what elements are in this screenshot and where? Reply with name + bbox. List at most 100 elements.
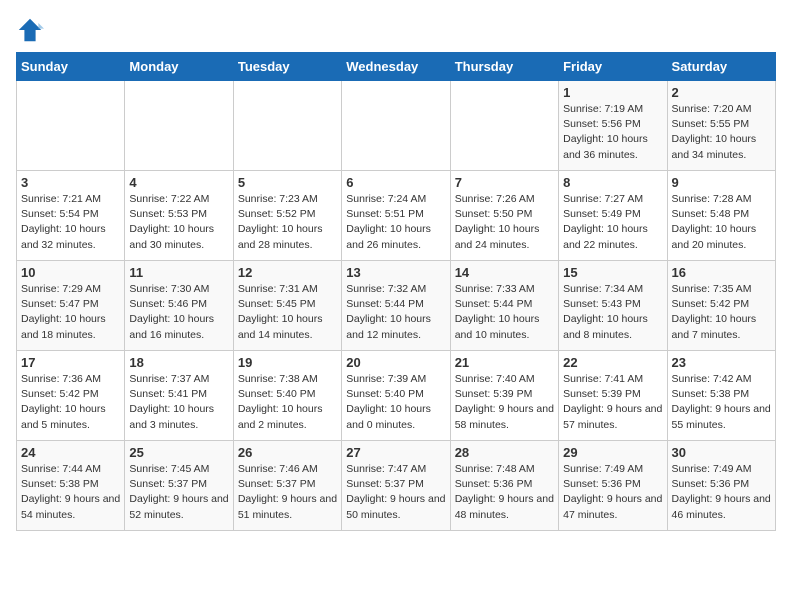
calendar-cell: 7 Sunrise: 7:26 AM Sunset: 5:50 PM Daylig… xyxy=(450,171,558,261)
logo xyxy=(16,16,48,44)
calendar-cell: 5 Sunrise: 7:23 AM Sunset: 5:52 PM Daylig… xyxy=(233,171,341,261)
day-number: 4 xyxy=(129,175,228,190)
day-number: 2 xyxy=(672,85,771,100)
calendar-week-row: 24 Sunrise: 7:44 AM Sunset: 5:38 PM Dayli… xyxy=(17,441,776,531)
day-info: Sunrise: 7:48 AM Sunset: 5:36 PM Dayligh… xyxy=(455,462,554,523)
day-info: Sunrise: 7:30 AM Sunset: 5:46 PM Dayligh… xyxy=(129,282,228,343)
day-info: Sunrise: 7:31 AM Sunset: 5:45 PM Dayligh… xyxy=(238,282,337,343)
day-number: 15 xyxy=(563,265,662,280)
day-info: Sunrise: 7:27 AM Sunset: 5:49 PM Dayligh… xyxy=(563,192,662,253)
day-info: Sunrise: 7:21 AM Sunset: 5:54 PM Dayligh… xyxy=(21,192,120,253)
day-number: 8 xyxy=(563,175,662,190)
day-number: 21 xyxy=(455,355,554,370)
day-number: 7 xyxy=(455,175,554,190)
calendar-cell: 13 Sunrise: 7:32 AM Sunset: 5:44 PM Dayli… xyxy=(342,261,450,351)
day-number: 11 xyxy=(129,265,228,280)
day-number: 26 xyxy=(238,445,337,460)
day-number: 3 xyxy=(21,175,120,190)
calendar-cell: 11 Sunrise: 7:30 AM Sunset: 5:46 PM Dayli… xyxy=(125,261,233,351)
calendar-week-row: 10 Sunrise: 7:29 AM Sunset: 5:47 PM Dayli… xyxy=(17,261,776,351)
day-number: 18 xyxy=(129,355,228,370)
calendar-cell: 3 Sunrise: 7:21 AM Sunset: 5:54 PM Daylig… xyxy=(17,171,125,261)
calendar-cell: 24 Sunrise: 7:44 AM Sunset: 5:38 PM Dayli… xyxy=(17,441,125,531)
day-of-week-header: Wednesday xyxy=(342,53,450,81)
calendar-cell: 23Sunrise: 7:42 AM Sunset: 5:38 PM Dayli… xyxy=(667,351,775,441)
calendar-cell: 25 Sunrise: 7:45 AM Sunset: 5:37 PM Dayli… xyxy=(125,441,233,531)
day-number: 16 xyxy=(672,265,771,280)
calendar-table: SundayMondayTuesdayWednesdayThursdayFrid… xyxy=(16,52,776,531)
day-info: Sunrise: 7:34 AM Sunset: 5:43 PM Dayligh… xyxy=(563,282,662,343)
day-info: Sunrise: 7:32 AM Sunset: 5:44 PM Dayligh… xyxy=(346,282,445,343)
day-of-week-header: Thursday xyxy=(450,53,558,81)
day-of-week-header: Saturday xyxy=(667,53,775,81)
day-number: 25 xyxy=(129,445,228,460)
day-info: Sunrise: 7:24 AM Sunset: 5:51 PM Dayligh… xyxy=(346,192,445,253)
calendar-week-row: 1 Sunrise: 7:19 AM Sunset: 5:56 PM Daylig… xyxy=(17,81,776,171)
logo-icon xyxy=(16,16,44,44)
day-info: Sunrise: 7:29 AM Sunset: 5:47 PM Dayligh… xyxy=(21,282,120,343)
day-info: Sunrise: 7:46 AM Sunset: 5:37 PM Dayligh… xyxy=(238,462,337,523)
day-number: 22 xyxy=(563,355,662,370)
calendar-cell xyxy=(450,81,558,171)
day-number: 1 xyxy=(563,85,662,100)
day-number: 10 xyxy=(21,265,120,280)
day-of-week-header: Monday xyxy=(125,53,233,81)
day-info: Sunrise: 7:20 AM Sunset: 5:55 PM Dayligh… xyxy=(672,102,771,163)
day-of-week-header: Tuesday xyxy=(233,53,341,81)
calendar-cell: 28Sunrise: 7:48 AM Sunset: 5:36 PM Dayli… xyxy=(450,441,558,531)
calendar-cell: 16 Sunrise: 7:35 AM Sunset: 5:42 PM Dayli… xyxy=(667,261,775,351)
calendar-cell: 14 Sunrise: 7:33 AM Sunset: 5:44 PM Dayli… xyxy=(450,261,558,351)
day-info: Sunrise: 7:35 AM Sunset: 5:42 PM Dayligh… xyxy=(672,282,771,343)
day-info: Sunrise: 7:39 AM Sunset: 5:40 PM Dayligh… xyxy=(346,372,445,433)
calendar-cell: 21 Sunrise: 7:40 AM Sunset: 5:39 PM Dayli… xyxy=(450,351,558,441)
day-info: Sunrise: 7:38 AM Sunset: 5:40 PM Dayligh… xyxy=(238,372,337,433)
calendar-cell xyxy=(342,81,450,171)
day-of-week-header: Friday xyxy=(559,53,667,81)
calendar-cell: 20 Sunrise: 7:39 AM Sunset: 5:40 PM Dayli… xyxy=(342,351,450,441)
calendar-cell: 1 Sunrise: 7:19 AM Sunset: 5:56 PM Daylig… xyxy=(559,81,667,171)
day-number: 23 xyxy=(672,355,771,370)
day-info: Sunrise: 7:44 AM Sunset: 5:38 PM Dayligh… xyxy=(21,462,120,523)
calendar-cell: 12 Sunrise: 7:31 AM Sunset: 5:45 PM Dayli… xyxy=(233,261,341,351)
calendar-cell: 27Sunrise: 7:47 AM Sunset: 5:37 PM Dayli… xyxy=(342,441,450,531)
day-number: 17 xyxy=(21,355,120,370)
calendar-cell: 30 Sunrise: 7:49 AM Sunset: 5:36 PM Dayli… xyxy=(667,441,775,531)
day-info: Sunrise: 7:26 AM Sunset: 5:50 PM Dayligh… xyxy=(455,192,554,253)
page-header xyxy=(16,16,776,44)
day-number: 5 xyxy=(238,175,337,190)
calendar-cell xyxy=(17,81,125,171)
calendar-cell xyxy=(125,81,233,171)
day-info: Sunrise: 7:28 AM Sunset: 5:48 PM Dayligh… xyxy=(672,192,771,253)
calendar-cell: 26 Sunrise: 7:46 AM Sunset: 5:37 PM Dayli… xyxy=(233,441,341,531)
calendar-cell: 10 Sunrise: 7:29 AM Sunset: 5:47 PM Dayli… xyxy=(17,261,125,351)
day-info: Sunrise: 7:33 AM Sunset: 5:44 PM Dayligh… xyxy=(455,282,554,343)
calendar-week-row: 17Sunrise: 7:36 AM Sunset: 5:42 PM Dayli… xyxy=(17,351,776,441)
day-info: Sunrise: 7:41 AM Sunset: 5:39 PM Dayligh… xyxy=(563,372,662,433)
day-info: Sunrise: 7:19 AM Sunset: 5:56 PM Dayligh… xyxy=(563,102,662,163)
day-info: Sunrise: 7:49 AM Sunset: 5:36 PM Dayligh… xyxy=(672,462,771,523)
day-number: 20 xyxy=(346,355,445,370)
day-number: 27 xyxy=(346,445,445,460)
calendar-cell: 29 Sunrise: 7:49 AM Sunset: 5:36 PM Dayli… xyxy=(559,441,667,531)
day-info: Sunrise: 7:37 AM Sunset: 5:41 PM Dayligh… xyxy=(129,372,228,433)
calendar-week-row: 3 Sunrise: 7:21 AM Sunset: 5:54 PM Daylig… xyxy=(17,171,776,261)
calendar-cell: 22 Sunrise: 7:41 AM Sunset: 5:39 PM Dayli… xyxy=(559,351,667,441)
day-number: 6 xyxy=(346,175,445,190)
day-number: 29 xyxy=(563,445,662,460)
day-info: Sunrise: 7:23 AM Sunset: 5:52 PM Dayligh… xyxy=(238,192,337,253)
day-number: 30 xyxy=(672,445,771,460)
day-info: Sunrise: 7:45 AM Sunset: 5:37 PM Dayligh… xyxy=(129,462,228,523)
day-info: Sunrise: 7:49 AM Sunset: 5:36 PM Dayligh… xyxy=(563,462,662,523)
day-number: 13 xyxy=(346,265,445,280)
day-number: 24 xyxy=(21,445,120,460)
calendar-header-row: SundayMondayTuesdayWednesdayThursdayFrid… xyxy=(17,53,776,81)
calendar-cell: 17Sunrise: 7:36 AM Sunset: 5:42 PM Dayli… xyxy=(17,351,125,441)
calendar-cell: 4Sunrise: 7:22 AM Sunset: 5:53 PM Daylig… xyxy=(125,171,233,261)
day-info: Sunrise: 7:40 AM Sunset: 5:39 PM Dayligh… xyxy=(455,372,554,433)
day-number: 19 xyxy=(238,355,337,370)
day-number: 14 xyxy=(455,265,554,280)
calendar-cell: 2 Sunrise: 7:20 AM Sunset: 5:55 PM Daylig… xyxy=(667,81,775,171)
calendar-cell xyxy=(233,81,341,171)
calendar-cell: 18 Sunrise: 7:37 AM Sunset: 5:41 PM Dayli… xyxy=(125,351,233,441)
day-number: 12 xyxy=(238,265,337,280)
